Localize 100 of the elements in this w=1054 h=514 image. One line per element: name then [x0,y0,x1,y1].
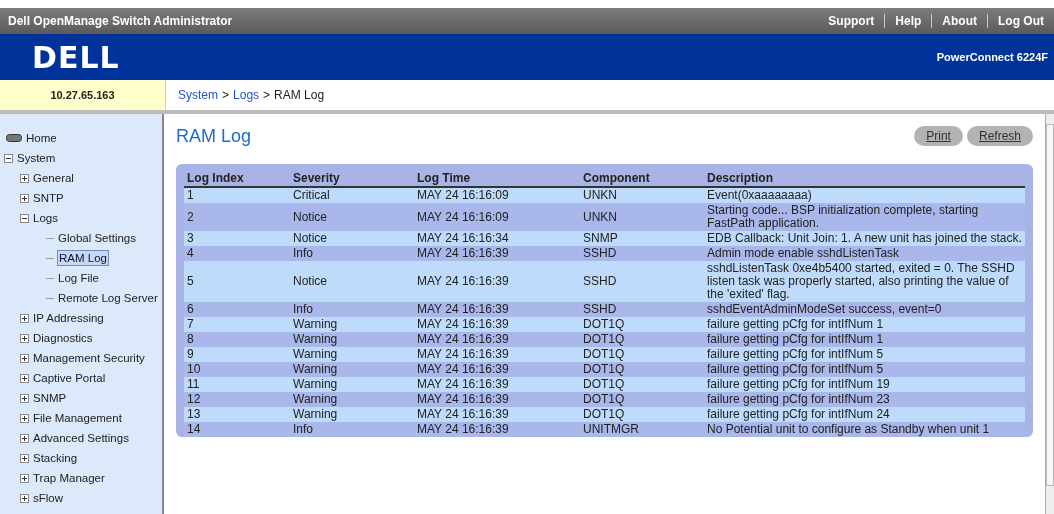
expand-icon[interactable] [20,353,29,363]
nav-item[interactable]: Diagnostics [32,331,94,345]
table-cell: Notice [290,231,414,246]
top-nav-link[interactable]: Help [884,14,932,28]
table-cell: SNMP [580,231,704,246]
table-cell: 6 [184,302,290,317]
table-cell: Info [290,302,414,317]
table-cell: MAY 24 16:16:39 [414,302,580,317]
table-cell: Warning [290,407,414,422]
top-nav-link[interactable]: Support [818,14,885,28]
table-cell: DOT1Q [580,362,704,377]
table-cell: MAY 24 16:16:39 [414,422,580,437]
app-title: Dell OpenManage Switch Administrator [8,14,233,28]
table-cell: failure getting pCfg for intIfNum 23 [704,392,1025,407]
table-cell: MAY 24 16:16:09 [414,203,580,231]
table-cell: 12 [184,392,290,407]
table-cell: 8 [184,332,290,347]
collapse-icon[interactable] [20,213,29,223]
table-cell: failure getting pCfg for intIfNum 1 [704,317,1025,332]
table-cell: 14 [184,422,290,437]
top-nav-link[interactable]: About [931,14,987,28]
expand-icon[interactable] [20,453,29,463]
expand-icon[interactable] [20,373,29,383]
breadcrumb-link[interactable]: System [178,88,218,102]
table-cell: MAY 24 16:16:39 [414,392,580,407]
table-cell: sshdEventAdminModeSet success, event=0 [704,302,1025,317]
action-button[interactable]: Print [914,126,963,146]
expand-icon[interactable] [20,193,29,203]
table-cell: SSHD [580,302,704,317]
expand-icon[interactable] [20,473,29,483]
nav-item[interactable]: General [32,171,75,185]
collapse-icon[interactable] [4,153,13,163]
expand-icon[interactable] [20,173,29,183]
ip-address: 10.27.65.163 [0,80,166,110]
expand-icon[interactable] [20,313,29,323]
table-cell: 5 [184,261,290,302]
nav-item[interactable]: Home [25,131,58,145]
breadcrumb-link[interactable]: Logs [233,88,260,102]
table-cell: SSHD [580,261,704,302]
table-cell: Warning [290,377,414,392]
table-cell: MAY 24 16:16:39 [414,246,580,261]
table-cell: failure getting pCfg for intIfNum 5 [704,347,1025,362]
nav-item[interactable]: SNMP [32,391,68,405]
table-cell: DOT1Q [580,317,704,332]
nav-item[interactable]: Captive Portal [32,371,107,385]
expand-icon[interactable] [20,413,29,423]
expand-icon[interactable] [20,393,29,403]
nav-item[interactable]: Advanced Settings [32,431,130,445]
logo: DELL [32,39,120,75]
table-cell: No Potential unit to configure as Standby when unit 1 [704,422,1025,437]
breadcrumb-text: > [222,88,230,102]
table-cell: failure getting pCfg for intIfNum 19 [704,377,1025,392]
table-cell: failure getting pCfg for intIfNum 1 [704,332,1025,347]
table-cell: MAY 24 16:16:39 [414,332,580,347]
table-cell: failure getting pCfg for intIfNum 5 [704,362,1025,377]
home-icon [6,134,22,142]
page-title: RAM Log [176,125,252,147]
table-cell: DOT1Q [580,392,704,407]
nav-item[interactable]: sFlow [32,491,65,505]
model-name: PowerConnect 6224F [936,51,1048,63]
table-cell: DOT1Q [580,407,704,422]
table-cell: sshdListenTask 0xe4b5400 started, exited = 0. The SSHD listen task was properly started, also printing the value of the 'exited' flag. [704,261,1025,302]
nav-item[interactable]: Log File [57,271,100,285]
nav-item[interactable]: IP Addressing [32,311,105,325]
table-cell: UNKN [580,203,704,231]
table-cell: Notice [290,261,414,302]
table-cell: EDB Callback: Unit Join: 1. A new unit has joined the stack. [704,231,1025,246]
nav-item[interactable]: SNTP [32,191,65,205]
table-cell: Starting code... BSP initialization complete, starting FastPath application. [704,203,1025,231]
nav-item[interactable]: RAM Log [57,250,109,266]
nav-item[interactable]: System [16,151,57,165]
table-cell: Info [290,246,414,261]
top-nav-link[interactable]: Log Out [987,14,1054,28]
table-cell: MAY 24 16:16:39 [414,317,580,332]
scrollbar[interactable] [1045,114,1054,514]
expand-icon[interactable] [20,333,29,343]
table-cell: MAY 24 16:16:39 [414,377,580,392]
table-cell: Warning [290,392,414,407]
table-cell: DOT1Q [580,347,704,362]
table-cell: Info [290,422,414,437]
expand-icon[interactable] [20,493,29,503]
nav-item[interactable]: Management Security [32,351,146,365]
nav-item[interactable]: Remote Log Server [57,291,159,305]
expand-icon[interactable] [20,433,29,443]
nav-item[interactable]: Trap Manager [32,471,106,485]
nav-item[interactable]: Stacking [32,451,79,465]
table-cell: MAY 24 16:16:39 [414,261,580,302]
nav-item[interactable]: File Management [32,411,123,425]
breadcrumb-text: RAM Log [274,88,325,102]
table-cell: DOT1Q [580,377,704,392]
table-cell: MAY 24 16:16:39 [414,362,580,377]
table-cell: 2 [184,203,290,231]
table-cell: SSHD [580,246,704,261]
table-cell: 9 [184,347,290,362]
table-cell: Warning [290,317,414,332]
nav-item[interactable]: Global Settings [57,231,137,245]
action-button[interactable]: Refresh [966,126,1033,146]
table-cell: 13 [184,407,290,422]
table-cell: MAY 24 16:16:39 [414,347,580,362]
nav-item[interactable]: Logs [32,211,59,225]
